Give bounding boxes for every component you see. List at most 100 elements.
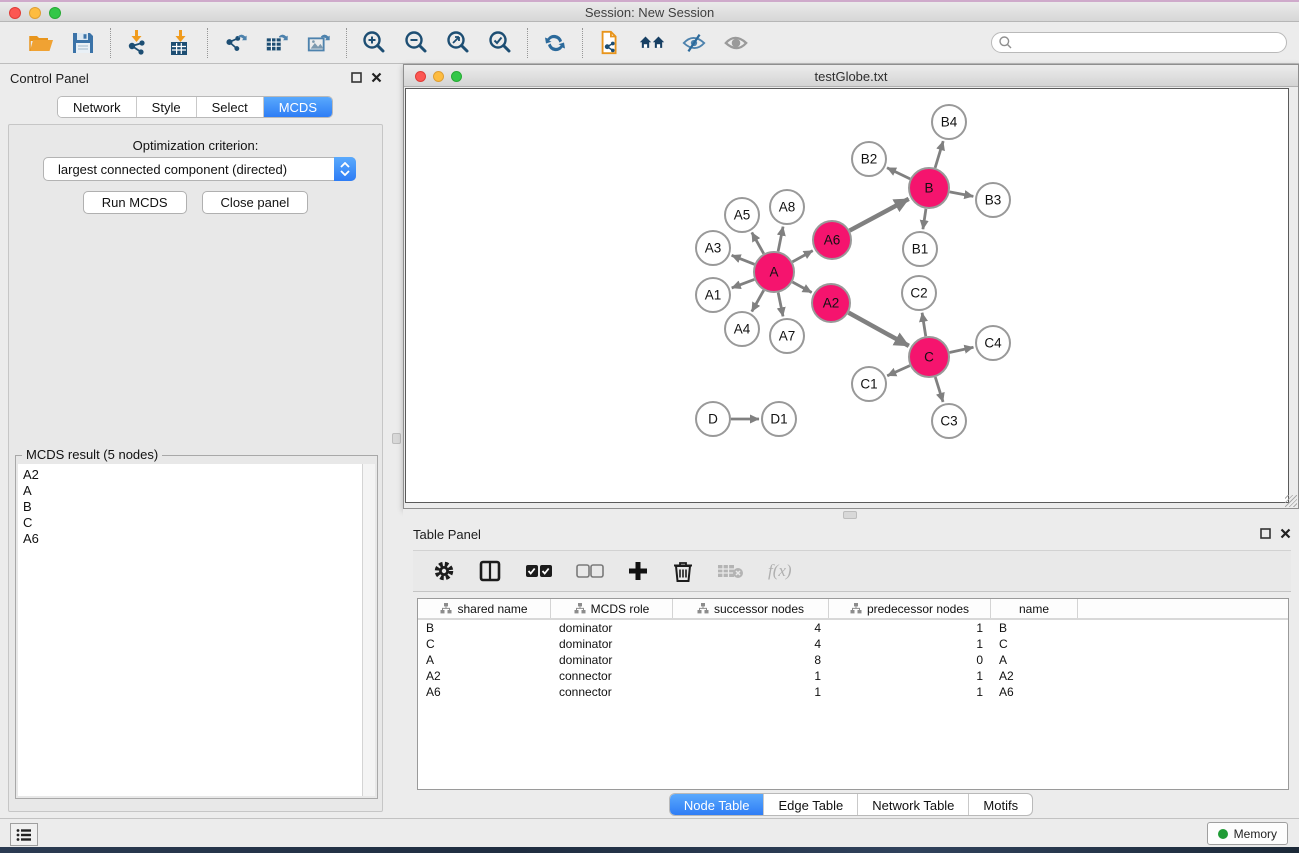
graph-node-C[interactable]: C — [909, 337, 949, 377]
graph-node-C4[interactable]: C4 — [976, 326, 1010, 360]
tab-network[interactable]: Network — [58, 97, 137, 117]
network-window-titlebar[interactable]: testGlobe.txt — [404, 65, 1298, 87]
graph-node-A3[interactable]: A3 — [696, 231, 730, 265]
tab-select[interactable]: Select — [197, 97, 264, 117]
graph-node-B2[interactable]: B2 — [852, 142, 886, 176]
list-item[interactable]: A2 — [23, 467, 362, 483]
graph-node-A[interactable]: A — [754, 252, 794, 292]
graph-edge-C-C1[interactable] — [887, 366, 910, 376]
hide-graphics-icon[interactable] — [681, 30, 707, 56]
graph-edge-C-C3[interactable] — [935, 377, 943, 402]
add-column-icon[interactable] — [627, 560, 649, 582]
graph-edge-A-A1[interactable] — [732, 279, 755, 288]
graph-node-A8[interactable]: A8 — [770, 190, 804, 224]
graph-node-A5[interactable]: A5 — [725, 198, 759, 232]
graph-node-A7[interactable]: A7 — [770, 319, 804, 353]
import-table-icon[interactable] — [167, 30, 193, 56]
task-history-button[interactable] — [10, 823, 38, 846]
graph-node-A1[interactable]: A1 — [696, 278, 730, 312]
graph-edge-A6-B[interactable] — [850, 199, 909, 231]
result-list-scrollbar[interactable] — [362, 464, 375, 796]
export-network-icon[interactable] — [222, 30, 248, 56]
column-header-mcds-role[interactable]: MCDS role — [551, 599, 673, 618]
horizontal-splitter[interactable] — [403, 509, 1299, 520]
graph-edge-A-A4[interactable] — [752, 290, 764, 311]
graph-node-A6[interactable]: A6 — [813, 221, 851, 259]
splitter-handle[interactable] — [392, 433, 401, 444]
criterion-select[interactable]: largest connected component (directed) — [43, 157, 356, 181]
close-panel-button[interactable]: Close panel — [202, 191, 309, 214]
graph-edge-C-C2[interactable] — [922, 313, 926, 336]
tab-node-table[interactable]: Node Table — [670, 794, 765, 815]
table-settings-gear-icon[interactable] — [433, 560, 455, 582]
graph-edge-B-B3[interactable] — [950, 192, 974, 196]
graph-edge-B-B2[interactable] — [887, 168, 910, 179]
list-item[interactable]: A — [23, 483, 362, 499]
graph-node-D[interactable]: D — [696, 402, 730, 436]
graph-edge-B-B4[interactable] — [935, 141, 943, 168]
show-graphics-icon[interactable] — [723, 30, 749, 56]
graph-node-B1[interactable]: B1 — [903, 232, 937, 266]
resize-grip[interactable] — [1285, 495, 1297, 507]
graph-edge-A-A2[interactable] — [792, 282, 811, 292]
open-file-icon[interactable] — [28, 30, 54, 56]
delete-column-icon[interactable] — [672, 559, 694, 583]
graph-node-C2[interactable]: C2 — [902, 276, 936, 310]
column-header-name[interactable]: name — [991, 599, 1078, 618]
graph-edge-A-A7[interactable] — [778, 293, 783, 317]
graph-node-C1[interactable]: C1 — [852, 367, 886, 401]
float-panel-icon[interactable] — [351, 72, 362, 83]
zoom-out-icon[interactable] — [403, 30, 429, 56]
select-all-icon[interactable] — [525, 564, 553, 578]
float-panel-icon[interactable] — [1260, 528, 1271, 539]
vertical-splitter[interactable] — [390, 64, 403, 818]
deselect-all-icon[interactable] — [576, 564, 604, 578]
table-row[interactable]: C dominator 4 1 C — [418, 636, 1288, 652]
graph-node-B4[interactable]: B4 — [932, 105, 966, 139]
zoom-fit-icon[interactable] — [445, 30, 471, 56]
list-item[interactable]: C — [23, 515, 362, 531]
column-header-successor-nodes[interactable]: successor nodes — [673, 599, 829, 618]
graph-node-D1[interactable]: D1 — [762, 402, 796, 436]
save-session-icon[interactable] — [70, 30, 96, 56]
network-canvas[interactable]: B4B2BB3A8A5A6A3B1AC2A1A2A4A7C4CC1C3DD1 — [405, 88, 1289, 503]
close-panel-icon[interactable] — [371, 72, 382, 83]
network-from-file-icon[interactable] — [597, 30, 623, 56]
graph-edge-A-A8[interactable] — [778, 227, 783, 252]
graph-edge-A-A3[interactable] — [732, 255, 755, 264]
splitter-handle[interactable] — [843, 511, 857, 519]
tab-mcds[interactable]: MCDS — [264, 97, 332, 117]
memory-button[interactable]: Memory — [1207, 822, 1288, 845]
graph-edge-A-A5[interactable] — [752, 232, 764, 253]
zoom-selected-icon[interactable] — [487, 30, 513, 56]
graph-edge-A-A6[interactable] — [792, 251, 812, 262]
graph-edge-B-B1[interactable] — [923, 209, 926, 229]
search-field[interactable] — [991, 32, 1287, 53]
graph-node-A2[interactable]: A2 — [812, 284, 850, 322]
graph-node-B[interactable]: B — [909, 168, 949, 208]
close-panel-icon[interactable] — [1280, 528, 1291, 539]
table-row[interactable]: A6 connector 1 1 A6 — [418, 684, 1288, 700]
show-columns-icon[interactable] — [478, 559, 502, 583]
tab-motifs[interactable]: Motifs — [969, 794, 1032, 815]
tab-network-table[interactable]: Network Table — [858, 794, 969, 815]
graph-node-B3[interactable]: B3 — [976, 183, 1010, 217]
import-network-icon[interactable] — [125, 30, 151, 56]
list-item[interactable]: B — [23, 499, 362, 515]
list-item[interactable]: A6 — [23, 531, 362, 547]
graph-edge-C-C4[interactable] — [950, 347, 974, 352]
zoom-in-icon[interactable] — [361, 30, 387, 56]
home-icon[interactable] — [639, 30, 665, 56]
column-header-shared-name[interactable]: shared name — [418, 599, 551, 618]
mcds-result-list[interactable]: A2 A B C A6 — [18, 464, 362, 796]
export-image-icon[interactable] — [306, 30, 332, 56]
export-table-icon[interactable] — [264, 30, 290, 56]
table-row[interactable]: A2 connector 1 1 A2 — [418, 668, 1288, 684]
table-row[interactable]: B dominator 4 1 B — [418, 620, 1288, 636]
tab-style[interactable]: Style — [137, 97, 197, 117]
tab-edge-table[interactable]: Edge Table — [764, 794, 858, 815]
run-mcds-button[interactable]: Run MCDS — [83, 191, 187, 214]
refresh-icon[interactable] — [542, 30, 568, 56]
column-header-predecessor-nodes[interactable]: predecessor nodes — [829, 599, 991, 618]
graph-node-C3[interactable]: C3 — [932, 404, 966, 438]
